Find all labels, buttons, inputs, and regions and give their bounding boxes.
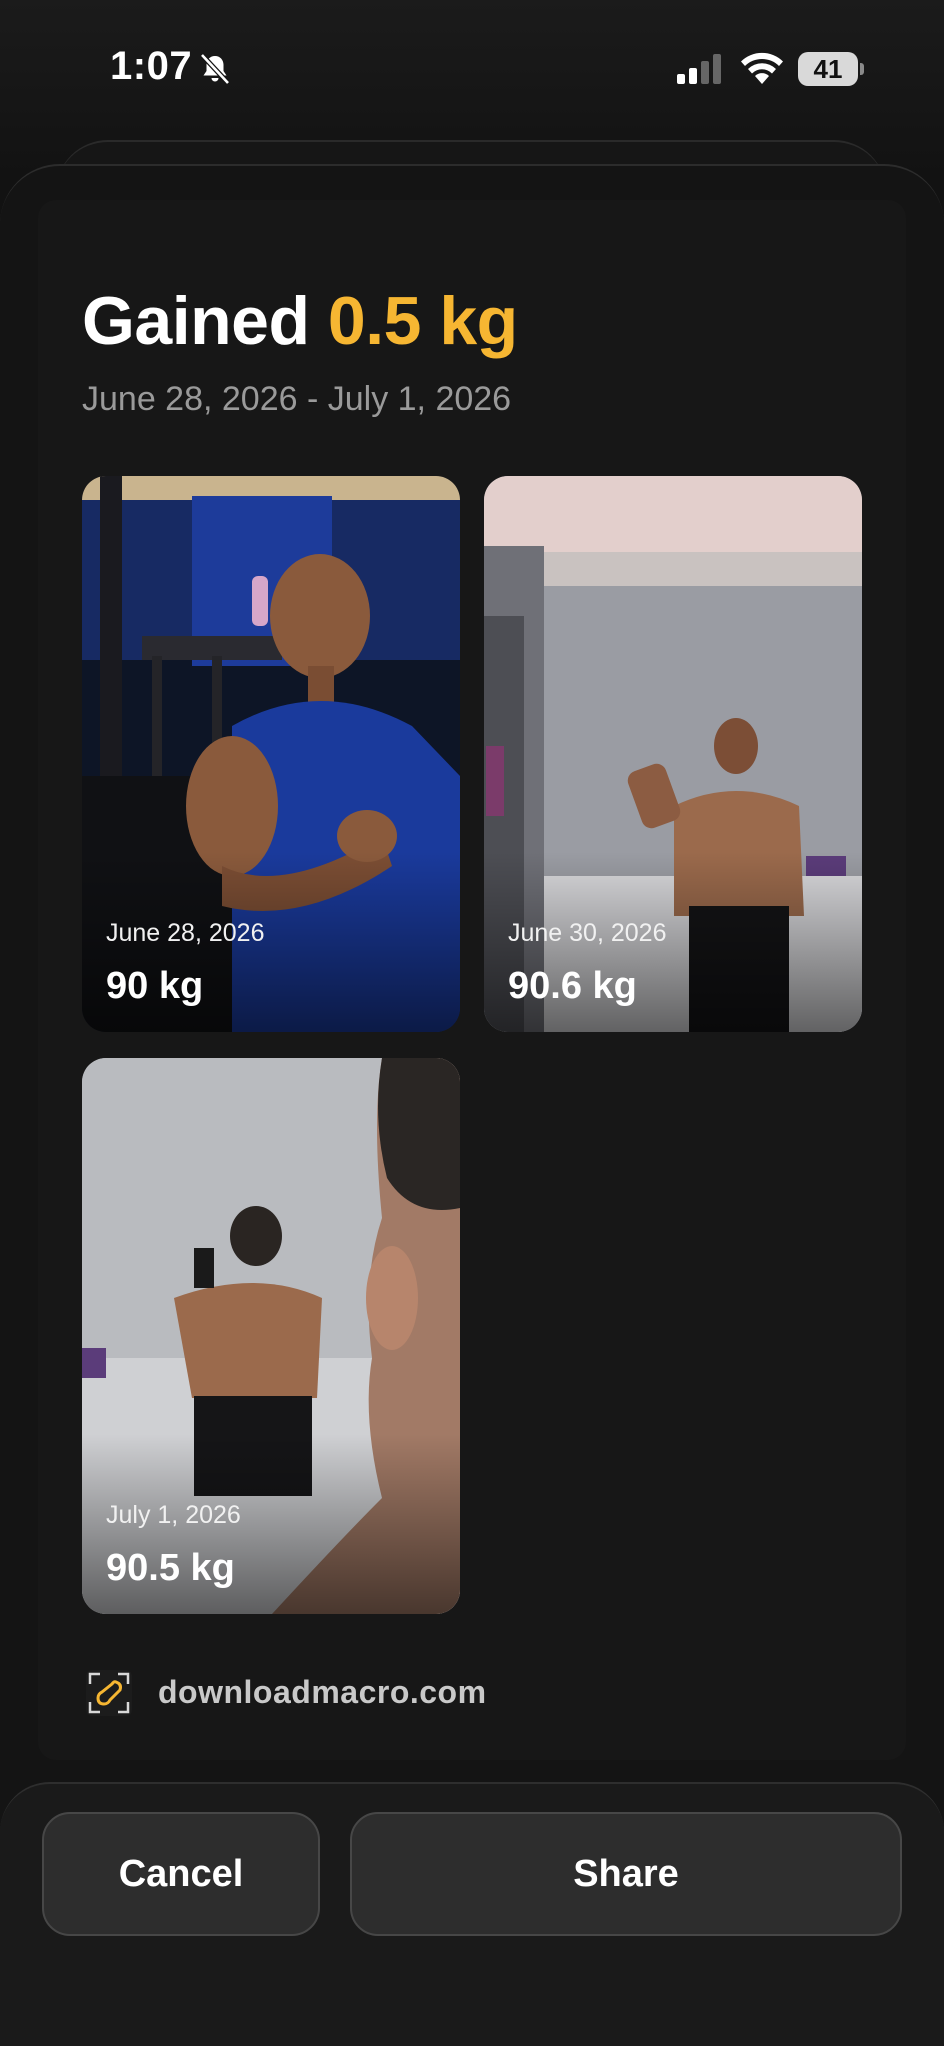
date-range: June 28, 2026 - July 1, 2026 [82,380,512,418]
status-time: 1:07 [110,44,193,88]
headline-prefix: Gained [82,283,310,359]
photo-weight: 90.5 kg [106,1547,235,1589]
bell-slash-icon [200,53,230,85]
photo-date: June 28, 2026 [106,919,265,947]
photo-date: June 30, 2026 [508,919,667,947]
battery-level: 41 [813,54,843,84]
status-bar: 1:07 41 [0,0,944,140]
progress-photo-3[interactable]: July 1, 2026 90.5 kg [82,1058,460,1614]
cellular-signal-icon [677,54,721,84]
cancel-button[interactable]: Cancel [42,1812,320,1936]
brand-url: downloadmacro.com [158,1674,487,1710]
photo-date: July 1, 2026 [106,1501,241,1529]
share-button[interactable]: Share [350,1812,902,1936]
macro-logo-icon [86,1670,132,1716]
progress-photo-2[interactable]: June 30, 2026 90.6 kg [484,476,862,1032]
photo-weight: 90 kg [106,965,204,1007]
photo-weight: 90.6 kg [508,965,637,1007]
battery-tip [860,63,864,75]
wifi-icon [741,52,783,84]
progress-photo-1[interactable]: June 28, 2026 90 kg [82,476,460,1032]
battery-icon: 41 [798,52,864,86]
weight-change-headline: Gained 0.5 kg [82,282,518,360]
weight-change-amount: 0.5 kg [327,283,518,359]
share-progress-screen: 1:07 41 Gained 0.5 kg June 28, 2026 - Ju… [0,0,944,2046]
